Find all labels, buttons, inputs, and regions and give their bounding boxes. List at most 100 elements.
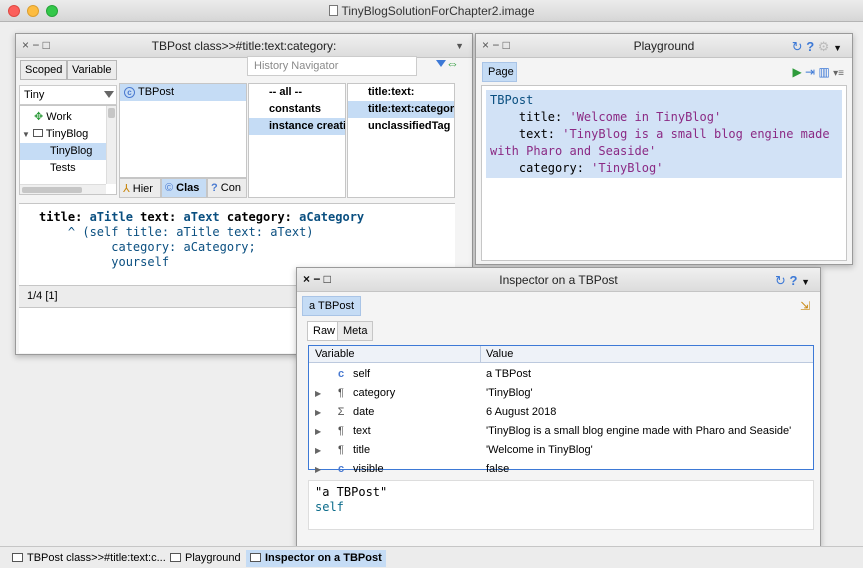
method-item-title-text-category[interactable]: title:text:category: [348,101,454,118]
window-icon [12,553,23,562]
variable-kind-icon: c [337,368,345,380]
variable-name: self [353,368,371,380]
variable-kind-icon: ¶ [338,425,344,437]
code-line-3: category: aCategory; [39,240,256,254]
question-icon: ? [211,182,218,194]
variable-value: 6 August 2018 [486,406,557,418]
help-icon[interactable]: ? [790,273,798,288]
refresh-icon[interactable]: ↻ [775,273,786,288]
variable-value: 'Welcome in TinyBlog' [486,444,593,456]
column-variable[interactable]: Variable [315,348,355,360]
protocol-item-instance-creation[interactable]: instance creation [249,118,345,135]
package-icon: ✥ [34,111,44,123]
method-item-unclassified-tag[interactable]: unclassifiedTag [348,118,454,135]
expand-triangle-icon[interactable]: ▶ [315,460,321,479]
class-side-icon: © [165,182,174,194]
document-icon [328,5,338,16]
variable-kind-icon: Σ [337,406,345,418]
playground-titlebar[interactable]: × − □ Playground ↻ ? ⚙ ▼ [476,34,852,58]
window-menu-icon[interactable]: ▼ [455,41,464,51]
taskbar-item-inspector[interactable]: Inspector on a TBPost [246,550,386,567]
expand-triangle-icon[interactable]: ▶ [315,422,321,441]
variable-value: false [486,463,510,475]
history-navigator-field[interactable]: History Navigator [247,56,417,76]
window-menu-icon[interactable]: ▼ [801,277,810,287]
package-hscrollbar[interactable] [20,184,106,194]
inspector-window: × − □ Inspector on a TBPost ↻ ? ▼ a TBPo… [296,267,821,547]
tab-page[interactable]: Page [482,62,517,82]
hierarchy-icon: ⅄ [123,183,130,195]
tab-raw[interactable]: Raw [307,321,342,341]
do-it-icon[interactable]: ▶ [792,65,801,79]
variables-table[interactable]: Variable Value c self a TBPost ▶ ¶ category 'T… [308,345,814,475]
folder-icon [32,129,43,137]
package-item-tinyblog-selected[interactable]: TinyBlog [20,143,116,160]
playground-editor[interactable]: TBPost title: 'Welcome in TinyBlog' text… [481,85,847,261]
table-row[interactable]: ▶ ¶ category 'TinyBlog' [309,384,813,403]
package-pane[interactable]: ✥ Work ▼ TinyBlog TinyBlog Tests [19,105,117,195]
variable-kind-icon: c [337,463,345,475]
package-scrollbar[interactable] [106,106,116,184]
variable-button[interactable]: Variable [67,60,117,80]
refresh-icon[interactable]: ↻ [792,39,803,54]
protocol-item-constants[interactable]: constants [249,101,345,118]
variable-name: visible [353,463,384,475]
protocol-pane[interactable]: -- all -- constants instance creation [248,83,346,198]
scoped-button[interactable]: Scoped [20,60,68,80]
table-row[interactable]: ▶ c visible false [309,460,813,479]
inspector-title: Inspector on a TBPost [499,273,618,287]
table-row[interactable]: c self a TBPost [309,365,813,384]
protocol-item-all[interactable]: -- all -- [249,84,345,101]
class-pane[interactable]: c TBPost [119,83,247,178]
menu-icon[interactable]: ▾≡ [833,68,844,79]
gear-icon[interactable]: ⚙ [818,39,830,54]
filter-dropdown-icon[interactable] [104,91,114,98]
expand-triangle-icon[interactable]: ▶ [315,403,321,422]
tab-meta[interactable]: Meta [337,321,374,341]
evaluator-pane[interactable]: "a TBPost" self [308,480,814,530]
package-filter-input[interactable]: Tiny [19,85,117,105]
package-item-tinyblog[interactable]: ▼ TinyBlog [20,126,116,143]
expand-triangle-icon[interactable]: ▶ [315,441,321,460]
variable-name: title [353,444,371,456]
tab-comment[interactable]: ? Con [207,178,247,198]
taskbar-item-playground[interactable]: Playground [166,550,245,567]
window-icon [170,553,181,562]
method-item-title-text[interactable]: title:text: [348,84,454,101]
expand-triangle-icon[interactable]: ▶ [315,384,321,403]
method-pane[interactable]: title:text: title:text:category: unclass… [347,83,455,198]
inspector-titlebar[interactable]: × − □ Inspector on a TBPost ↻ ? ▼ [297,268,820,292]
variable-kind-icon: ¶ [338,444,344,456]
table-row[interactable]: ▶ ¶ text 'TinyBlog is a small blog engine m… [309,422,813,441]
inspector-title-icons: ↻ ? ▼ [775,273,810,289]
tab-class-side[interactable]: © Clas [161,178,207,198]
publish-icon[interactable]: ⇥ [805,65,815,79]
variable-name: category [353,387,396,399]
browser-titlebar[interactable]: × − □ TBPost class>>#title:text:category… [16,34,472,58]
code-line-4: yourself [39,255,170,269]
table-row[interactable]: ▶ Σdate 6 August 2018 [309,403,813,422]
tab-object[interactable]: a TBPost [302,296,362,316]
package-item-work[interactable]: ✥ Work [20,109,116,126]
taskbar: TBPost class>>#title:text:c... Playgroun… [0,546,863,568]
history-dropdown-icon[interactable] [436,60,446,67]
browse-icon[interactable]: ⇲ [800,299,810,313]
class-item-tbpost[interactable]: c TBPost [120,84,246,101]
table-row[interactable]: ▶ ¶ title 'Welcome in TinyBlog' [309,441,813,460]
variable-value: 'TinyBlog is a small blog engine made wi… [486,425,792,437]
browser-title: TBPost class>>#title:text:category: [151,39,337,53]
bindings-icon[interactable]: ▥ [818,65,829,79]
column-value[interactable]: Value [480,346,513,363]
class-icon: c [124,87,135,98]
help-icon[interactable]: ? [806,39,814,54]
package-item-tests[interactable]: Tests [20,160,116,177]
taskbar-item-browser[interactable]: TBPost class>>#title:text:c... [8,550,170,567]
variable-kind-icon: ¶ [338,387,344,399]
history-go-icon[interactable]: ⇔ [446,56,459,71]
os-titlebar: TinyBlogSolutionForChapter2.image [0,0,863,22]
tab-hierarchy[interactable]: ⅄ Hier [119,178,161,198]
window-menu-icon[interactable]: ▼ [833,43,842,53]
variable-name: text [353,425,371,437]
expand-triangle-icon[interactable]: ▼ [22,130,30,139]
os-window-title: TinyBlogSolutionForChapter2.image [0,4,863,18]
